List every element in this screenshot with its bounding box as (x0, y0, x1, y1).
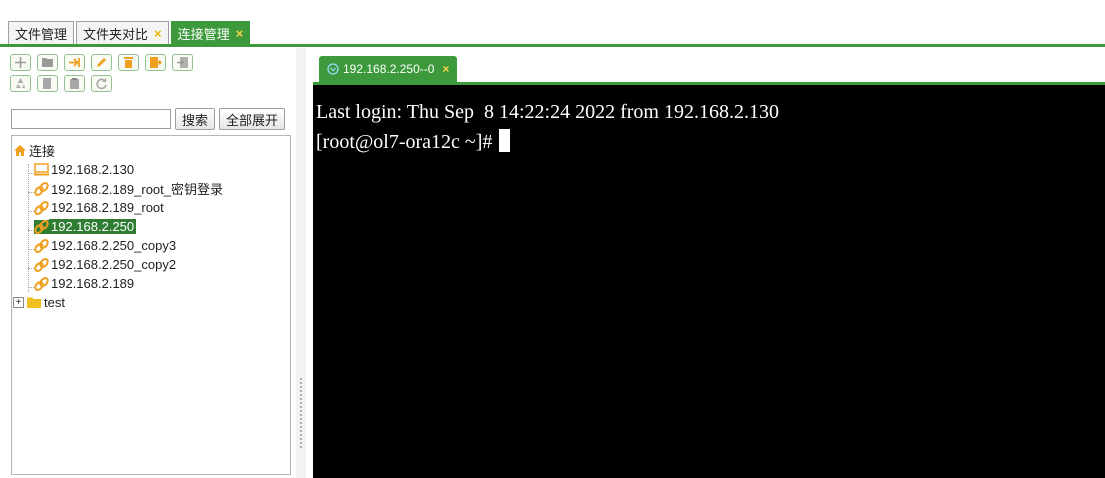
search-button[interactable]: 搜索 (175, 108, 216, 130)
refresh-icon (96, 78, 107, 90)
import-icon (177, 57, 188, 68)
expand-icon[interactable]: + (13, 297, 24, 308)
search-input[interactable] (11, 109, 171, 129)
connect-icon (69, 58, 80, 67)
new-folder-button[interactable] (37, 54, 58, 71)
tree-item[interactable]: 192.168.2.250_copy3 (34, 236, 178, 255)
edit-icon (97, 58, 106, 67)
toolbar-row (10, 75, 296, 92)
refresh-button[interactable] (91, 75, 112, 92)
tab-folder-compare[interactable]: 文件夹对比 × (76, 21, 169, 45)
link-icon (34, 238, 49, 253)
tree-item-label: 192.168.2.189_root (51, 200, 164, 215)
tree-root[interactable]: 连接 (13, 141, 57, 160)
recycle-button[interactable] (10, 75, 31, 92)
terminal-prompt: [root@ol7-ora12c ~]# (316, 131, 498, 153)
connection-tree: 连接 192.168.2.130 192.168.2.189_root_密钥登录… (11, 135, 291, 475)
folder-icon (27, 297, 41, 308)
close-icon[interactable]: × (236, 26, 244, 41)
copy-button[interactable] (37, 75, 58, 92)
delete-button[interactable] (118, 54, 139, 71)
tree-root-label: 连接 (29, 144, 56, 159)
tree-folder[interactable]: + test (13, 293, 67, 312)
tab-label: 文件管理 (15, 27, 68, 42)
edit-button[interactable] (91, 54, 112, 71)
session-tab[interactable]: 192.168.2.250--0 × (319, 56, 458, 82)
close-icon[interactable]: × (154, 26, 162, 41)
computer-icon (34, 163, 49, 176)
paste-button[interactable] (64, 75, 85, 92)
close-icon[interactable]: × (442, 62, 449, 76)
top-tab-bar: 文件管理 文件夹对比 × 连接管理 × (0, 0, 1105, 48)
tree-item-label: 192.168.2.250 (49, 219, 137, 234)
tree-item-selected[interactable]: 192.168.2.250 (34, 217, 137, 236)
panel-splitter[interactable] (296, 48, 306, 478)
delete-icon (124, 57, 133, 68)
tree-guide-line (28, 164, 29, 292)
session-tab-label: 192.168.2.250--0 (343, 62, 435, 76)
search-row: 搜索 全部展开 (11, 108, 291, 130)
paste-icon (70, 78, 79, 89)
tab-underline (0, 44, 1105, 47)
session-tabs: 192.168.2.250--0 × (319, 56, 458, 82)
import-button[interactable] (172, 54, 193, 71)
toolbar-row (10, 54, 296, 71)
top-tabs: 文件管理 文件夹对比 × 连接管理 × (8, 21, 252, 45)
tree-item[interactable]: 192.168.2.189_root (34, 198, 166, 217)
link-icon (34, 181, 49, 196)
tab-label: 连接管理 (177, 27, 230, 42)
tree-item-label: 192.168.2.130 (51, 162, 135, 177)
link-icon (34, 219, 49, 234)
copy-icon (43, 78, 51, 89)
export-button[interactable] (145, 54, 166, 71)
home-icon (14, 145, 26, 156)
expand-all-button[interactable]: 全部展开 (219, 108, 286, 130)
tree-item[interactable]: 192.168.2.189_root_密钥登录 (34, 179, 225, 198)
terminal[interactable]: Last login: Thu Sep 8 14:22:24 2022 from… (313, 85, 1105, 478)
link-icon (34, 276, 49, 291)
tree-folder-label: test (44, 295, 65, 310)
tree-item-label: 192.168.2.189_root_密钥登录 (51, 182, 223, 197)
terminal-cursor (499, 129, 511, 152)
export-icon (150, 57, 162, 68)
tree-item-label: 192.168.2.250_copy2 (51, 257, 177, 272)
tree-item[interactable]: 192.168.2.189 (34, 274, 136, 293)
add-icon (15, 57, 26, 68)
connection-panel: 搜索 全部展开 连接 192.168.2.130 192.168.2.189_r… (8, 48, 298, 478)
tree-item-label: 192.168.2.250_copy3 (51, 238, 177, 253)
terminal-line: Last login: Thu Sep 8 14:22:24 2022 from… (316, 101, 779, 123)
tab-file-manager[interactable]: 文件管理 (8, 21, 75, 45)
link-icon (34, 257, 49, 272)
splitter-grip (300, 378, 302, 448)
add-button[interactable] (10, 54, 31, 71)
connect-button[interactable] (64, 54, 85, 71)
link-icon (34, 200, 49, 215)
folder-icon (42, 58, 53, 67)
recycle-icon (16, 78, 25, 88)
tree-item-label: 192.168.2.189 (51, 276, 135, 291)
tab-connection-manager[interactable]: 连接管理 × (170, 21, 251, 45)
tab-label: 文件夹对比 (83, 27, 149, 42)
terminal-prompt-line: [root@ol7-ora12c ~]# (316, 127, 1105, 157)
tree-item[interactable]: 192.168.2.250_copy2 (34, 255, 178, 274)
tree-item[interactable]: 192.168.2.130 (34, 160, 136, 179)
toolbar (10, 54, 296, 96)
session-area: 192.168.2.250--0 × Last login: Thu Sep 8… (313, 48, 1105, 478)
session-status-icon (327, 63, 339, 75)
